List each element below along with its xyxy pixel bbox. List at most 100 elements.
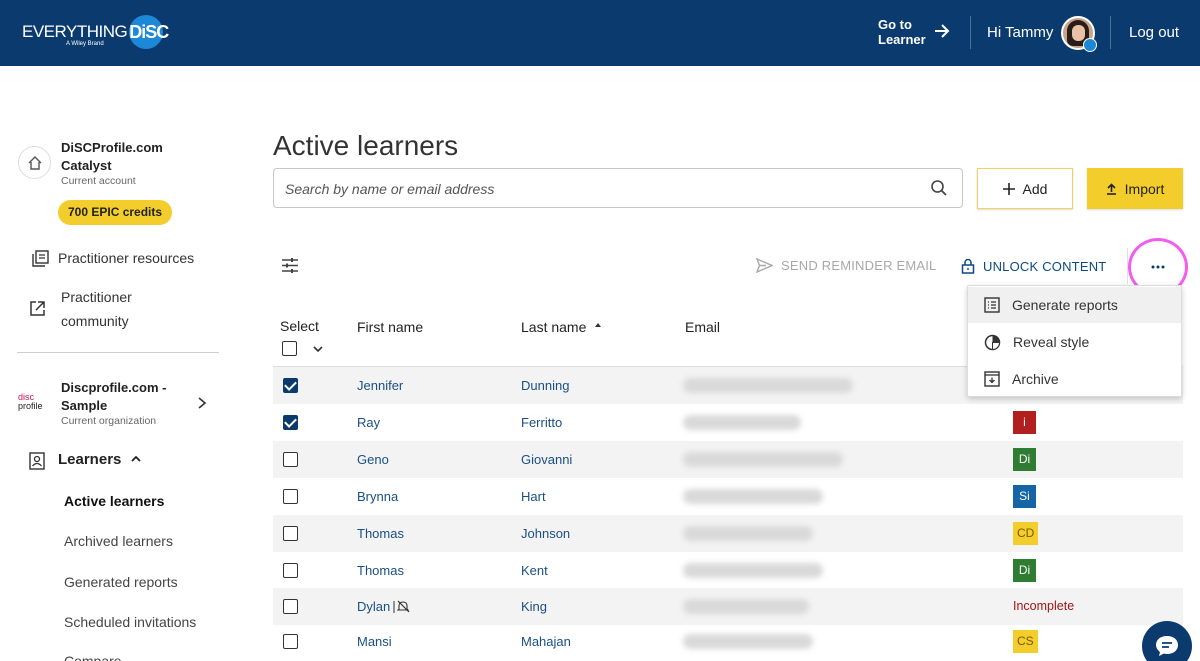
logout-link[interactable]: Log out bbox=[1129, 24, 1179, 41]
menu-label: Archive bbox=[1012, 371, 1059, 387]
sidebar-item-compare[interactable]: Compare bbox=[64, 653, 122, 661]
logo-text: EVERYTHING bbox=[22, 22, 128, 41]
account-subtitle: Current account bbox=[61, 175, 136, 187]
last-name-link[interactable]: Johnson bbox=[521, 526, 570, 541]
last-name-link[interactable]: King bbox=[521, 599, 547, 614]
unlock-content-button[interactable]: UNLOCK CONTENT bbox=[961, 258, 1106, 274]
table-row[interactable]: Thomas Johnson CD bbox=[273, 515, 1183, 552]
disc-style-badge: i bbox=[1013, 411, 1036, 434]
external-link-icon bbox=[30, 301, 45, 316]
table-row[interactable]: Dylan King Incomplete bbox=[273, 588, 1183, 625]
first-name-link[interactable]: Brynna bbox=[357, 489, 398, 504]
learner-icon bbox=[29, 452, 45, 470]
disc-style-badge: Di bbox=[1013, 448, 1036, 471]
column-header-email[interactable]: Email bbox=[685, 319, 720, 335]
lock-icon bbox=[961, 258, 975, 274]
home-icon bbox=[18, 146, 51, 179]
row-checkbox[interactable] bbox=[283, 415, 298, 430]
first-name-link[interactable]: Mansi bbox=[357, 634, 392, 649]
sidebar-item-active-learners[interactable]: Active learners bbox=[64, 493, 164, 509]
practitioner-resources-link[interactable]: Practitioner resources bbox=[58, 246, 194, 270]
row-checkbox[interactable] bbox=[283, 563, 298, 578]
go-to-line1: Go to bbox=[878, 17, 912, 32]
menu-label: Reveal style bbox=[1013, 334, 1090, 350]
first-name-link[interactable]: Dylan bbox=[357, 599, 390, 614]
row-checkbox[interactable] bbox=[283, 378, 298, 393]
go-to-learner-link[interactable]: Go to Learner bbox=[878, 17, 926, 47]
chevron-right-icon[interactable] bbox=[196, 396, 208, 410]
row-checkbox[interactable] bbox=[283, 452, 298, 467]
unlock-content-label: UNLOCK CONTENT bbox=[983, 258, 1107, 274]
account-name: DiSCProfile.com Catalyst bbox=[61, 140, 163, 173]
chat-button[interactable] bbox=[1142, 621, 1192, 661]
first-name-link[interactable]: Thomas bbox=[357, 526, 404, 541]
search-icon[interactable] bbox=[930, 179, 948, 197]
first-name-link[interactable]: Geno bbox=[357, 452, 389, 467]
organization-subtitle: Current organization bbox=[61, 415, 157, 427]
row-checkbox[interactable] bbox=[283, 634, 298, 649]
reveal-style-icon bbox=[984, 334, 1001, 350]
email-redacted bbox=[683, 599, 809, 614]
everything-disc-logo[interactable]: EVERYTHING DiSC A Wiley Brand bbox=[22, 14, 169, 50]
sidebar-item-generated-reports[interactable]: Generated reports bbox=[64, 574, 178, 590]
last-name-link[interactable]: Giovanni bbox=[521, 452, 572, 467]
select-all-checkbox[interactable] bbox=[282, 341, 297, 356]
disc-style-badge: Si bbox=[1013, 485, 1036, 508]
organization-name[interactable]: Discprofile.com - Sample bbox=[61, 379, 181, 415]
email-redacted bbox=[683, 563, 823, 578]
table-row[interactable]: Brynna Hart Si bbox=[273, 478, 1183, 515]
column-header-select: Select bbox=[280, 318, 319, 334]
email-redacted bbox=[683, 452, 843, 467]
column-header-last-name[interactable]: Last name bbox=[521, 319, 586, 335]
send-reminder-email-button[interactable]: SEND REMINDER EMAIL bbox=[756, 258, 937, 273]
greeting: Hi Tammy bbox=[987, 24, 1054, 41]
arrow-right-icon[interactable] bbox=[933, 22, 951, 40]
menu-item-archive[interactable]: Archive bbox=[968, 361, 1181, 397]
first-name-link[interactable]: Jennifer bbox=[357, 378, 403, 393]
search-input[interactable] bbox=[285, 178, 905, 200]
row-checkbox[interactable] bbox=[283, 599, 298, 614]
org-logo-bottom: profile bbox=[18, 401, 43, 411]
send-reminder-label: SEND REMINDER EMAIL bbox=[781, 258, 937, 273]
page-title: Active learners bbox=[273, 130, 459, 161]
report-icon bbox=[984, 297, 1000, 313]
first-name-link[interactable]: Thomas bbox=[357, 563, 404, 578]
practitioner-community-link[interactable]: Practitioner community bbox=[61, 285, 181, 333]
logo-badge: DiSC bbox=[129, 15, 169, 49]
menu-item-reveal-style[interactable]: Reveal style bbox=[968, 324, 1181, 360]
row-checkbox[interactable] bbox=[283, 489, 298, 504]
chevron-down-icon[interactable] bbox=[313, 345, 323, 353]
column-header-first-name[interactable]: First name bbox=[357, 319, 423, 335]
learners-section-toggle[interactable]: Learners bbox=[58, 451, 142, 468]
disc-style-badge: CS bbox=[1013, 630, 1038, 653]
last-name-link[interactable]: Mahajan bbox=[521, 634, 571, 649]
logo-subtitle: A Wiley Brand bbox=[66, 41, 104, 47]
row-checkbox[interactable] bbox=[283, 526, 298, 541]
resources-icon bbox=[32, 250, 49, 267]
table-row[interactable]: Geno Giovanni Di bbox=[273, 441, 1183, 478]
last-name-link[interactable]: Kent bbox=[521, 563, 548, 578]
last-name-link[interactable]: Hart bbox=[521, 489, 546, 504]
filter-sliders-icon[interactable] bbox=[281, 257, 299, 274]
table-row[interactable]: Ray Ferritto i bbox=[273, 404, 1183, 441]
learners-label: Learners bbox=[58, 451, 122, 468]
import-button[interactable]: Import bbox=[1087, 168, 1183, 209]
sort-ascending-icon[interactable] bbox=[594, 322, 602, 328]
add-button[interactable]: Add bbox=[977, 168, 1073, 209]
search-field bbox=[273, 168, 963, 208]
first-name-link[interactable]: Ray bbox=[357, 415, 380, 430]
last-name-link[interactable]: Ferritto bbox=[521, 415, 562, 430]
sidebar-item-scheduled-invitations[interactable]: Scheduled invitations bbox=[64, 614, 196, 630]
menu-label: Generate reports bbox=[1012, 297, 1118, 313]
org-logo: disc profile bbox=[18, 393, 52, 411]
credits-badge: 700 EPIC credits bbox=[58, 200, 173, 225]
last-name-link[interactable]: Dunning bbox=[521, 378, 569, 393]
table-row[interactable]: Thomas Kent Di bbox=[273, 552, 1183, 589]
table-row[interactable]: Mansi Mahajan CS bbox=[273, 623, 1183, 660]
email-redacted bbox=[683, 526, 813, 541]
email-redacted bbox=[683, 489, 823, 504]
sidebar-divider bbox=[17, 352, 219, 353]
menu-item-generate-reports[interactable]: Generate reports bbox=[968, 287, 1181, 323]
shield-badge-icon bbox=[1083, 38, 1097, 52]
sidebar-item-archived-learners[interactable]: Archived learners bbox=[64, 533, 173, 549]
